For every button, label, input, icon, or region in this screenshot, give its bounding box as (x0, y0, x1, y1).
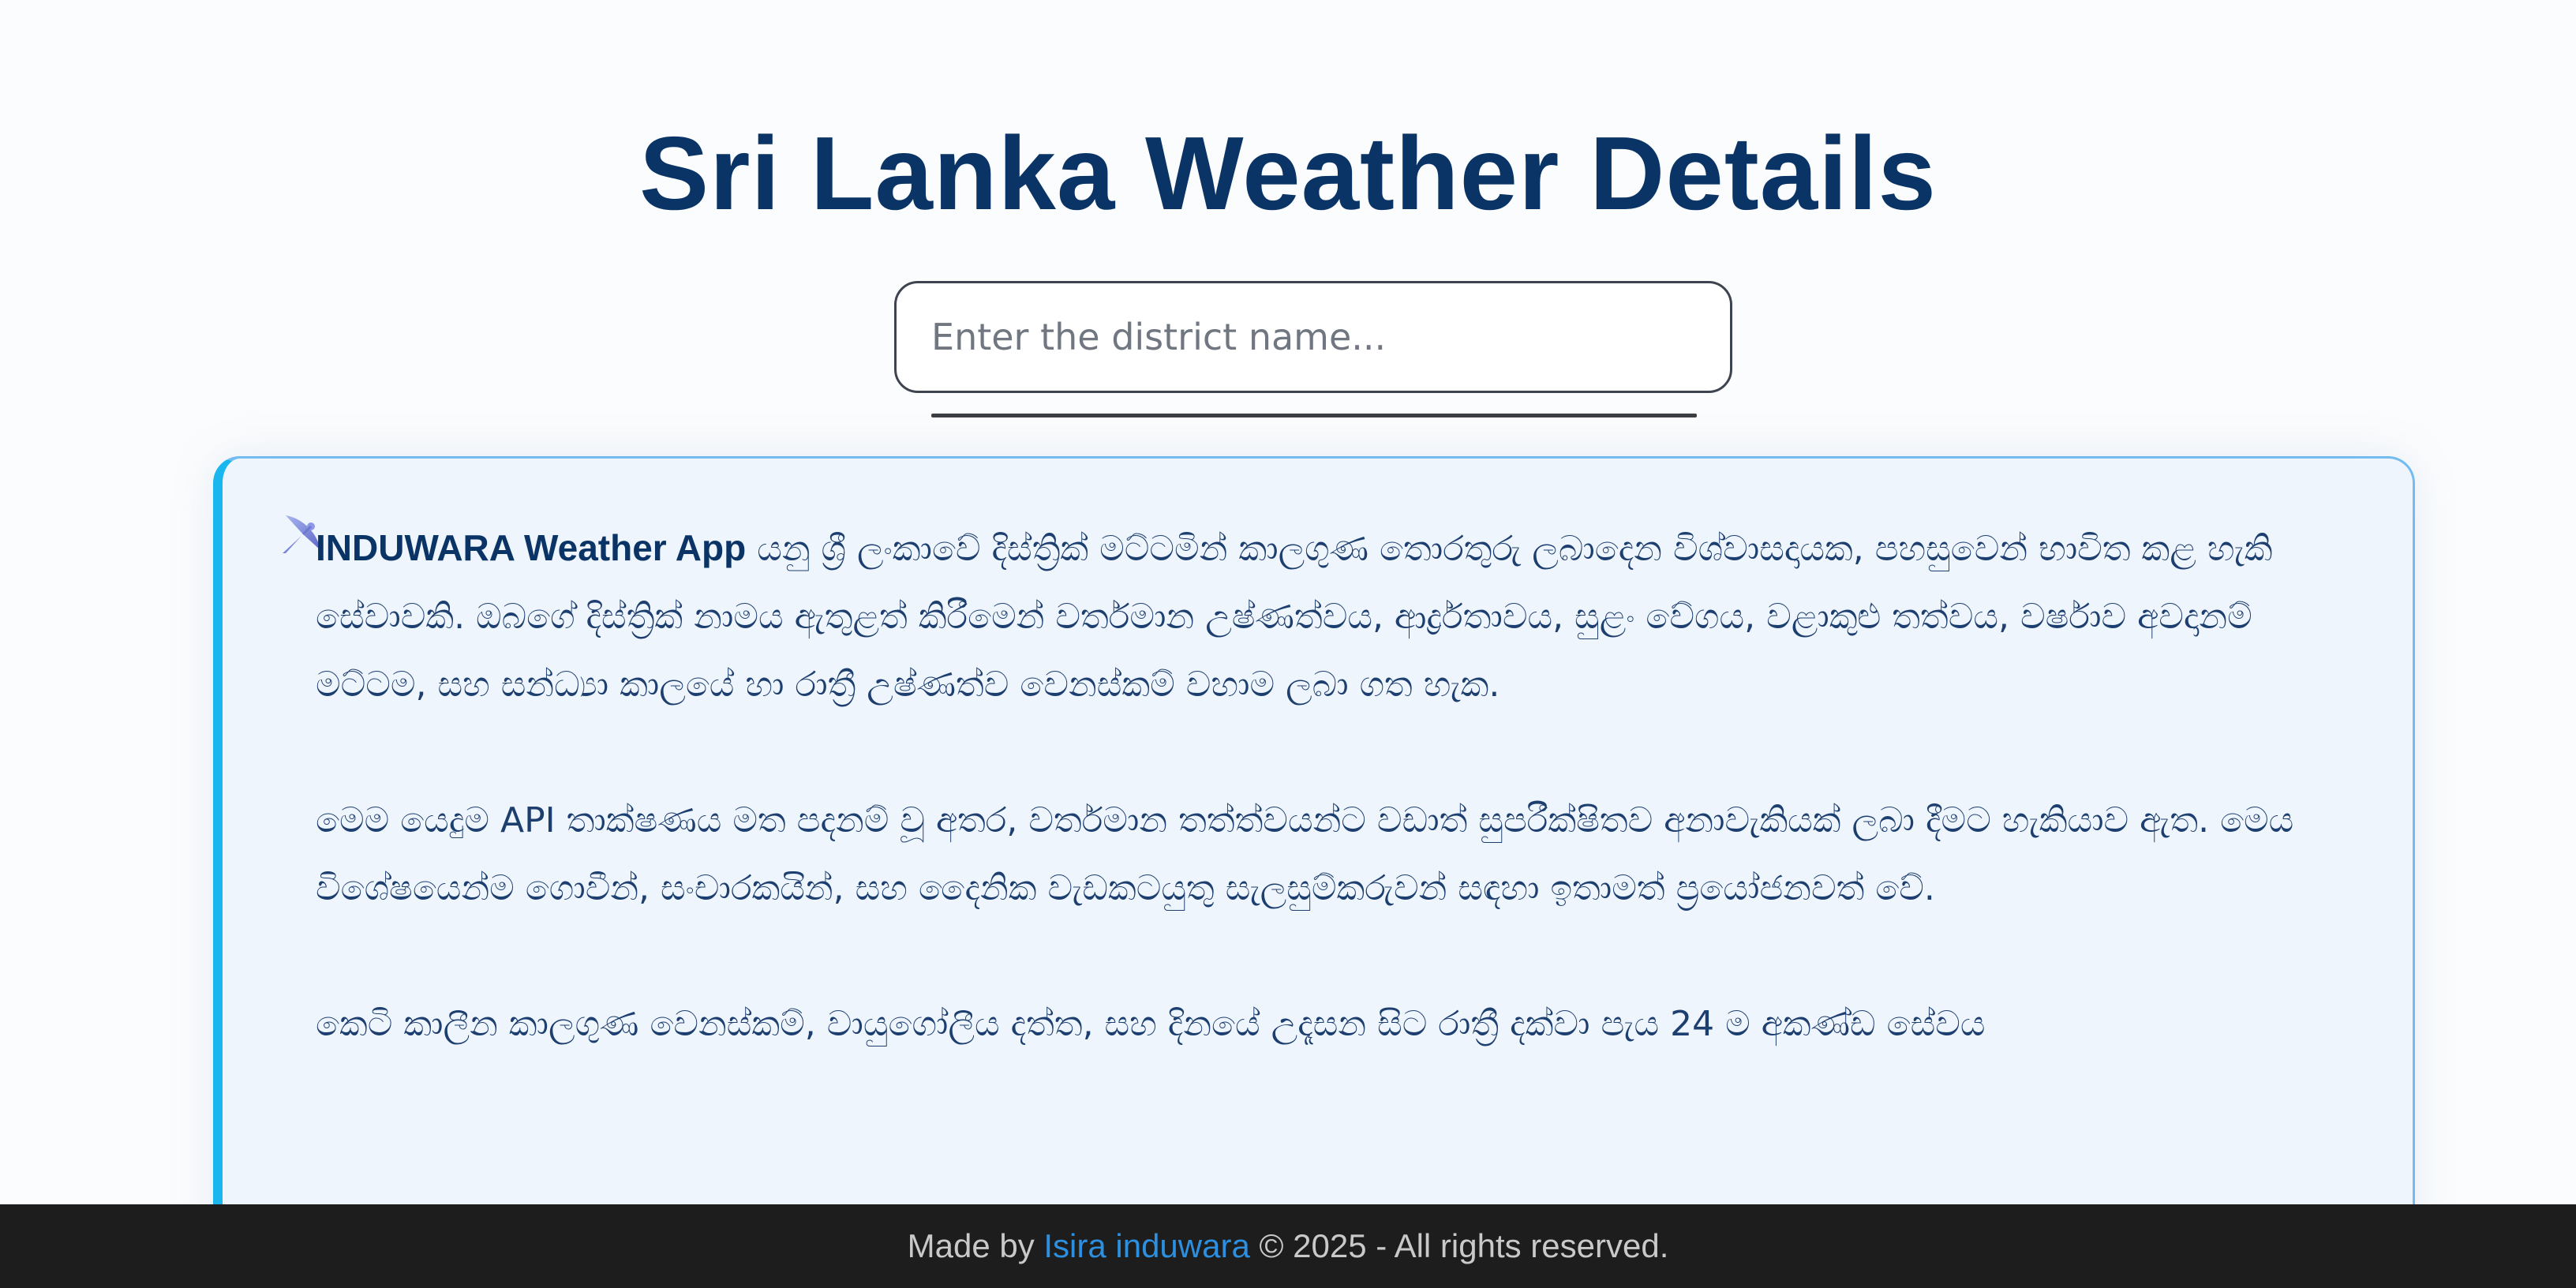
footer-copyright: © 2025 - All rights reserved. (1259, 1227, 1669, 1264)
page: Sri Lanka Weather Details INDUWARA Weath… (0, 0, 2576, 1288)
search-box[interactable] (894, 281, 1732, 393)
footer-prefix: Made by (907, 1227, 1035, 1264)
district-search-input[interactable] (897, 283, 1730, 391)
info-card: INDUWARA Weather App යනු ශ්‍රී ලංකාවේ දි… (213, 456, 2415, 1288)
app-name: INDUWARA Weather App (316, 527, 747, 568)
info-paragraph-2: මෙම යෙදුම API තාක්ෂණය මත පදනම් වූ අතර, ව… (316, 800, 2294, 908)
info-text: INDUWARA Weather App යනු ශ්‍රී ලංකාවේ දි… (316, 514, 2336, 1126)
search-underline (931, 414, 1697, 417)
author-link[interactable]: Isira induwara (1043, 1227, 1249, 1265)
footer: Made by Isira induwara © 2025 - All righ… (0, 1204, 2576, 1288)
page-title: Sri Lanka Weather Details (639, 115, 1937, 231)
info-paragraph-3: කෙටි කාලීන කාලගුණ වෙනස්කම්, වායුගෝලීය දත… (316, 1004, 1986, 1044)
info-paragraph-1: INDUWARA Weather App යනු ශ්‍රී ලංකාවේ දි… (316, 514, 2336, 719)
